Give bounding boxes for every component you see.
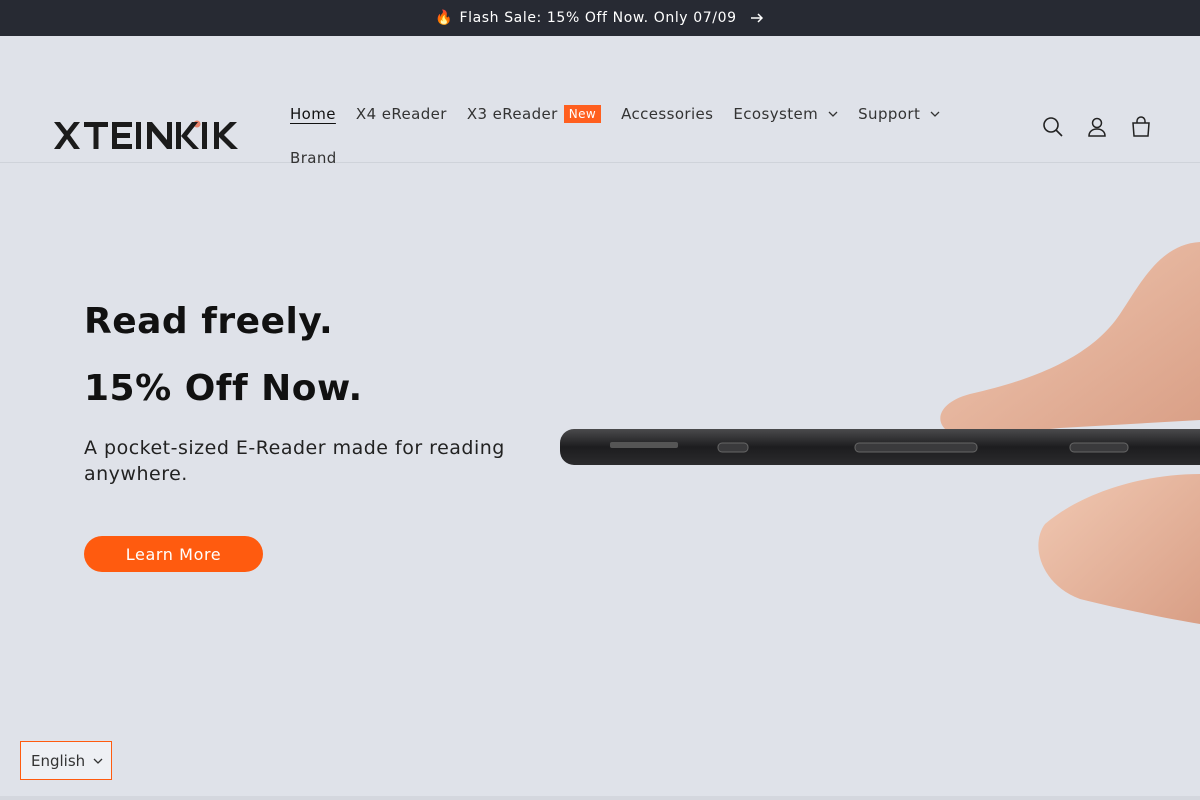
hero-section: Read freely. 15% Off Now. A pocket-sized… xyxy=(0,164,1200,800)
page-bottom-edge xyxy=(0,796,1200,800)
hero-device-image xyxy=(560,242,1200,624)
nav-label: Accessories xyxy=(621,105,714,123)
learn-more-button[interactable]: Learn More xyxy=(84,536,263,572)
cart-icon[interactable] xyxy=(1130,116,1152,138)
announcement-text[interactable]: Flash Sale: 15% Off Now. Only 07/09 xyxy=(459,10,736,26)
nav-label: X4 eReader xyxy=(355,105,447,123)
nav-label: Home xyxy=(290,105,336,123)
nav-item-ecosystem[interactable]: Ecosystem xyxy=(723,105,848,123)
nav-label: Ecosystem xyxy=(733,105,819,123)
nav-label: Support xyxy=(858,105,921,123)
fire-icon: 🔥 xyxy=(435,10,454,26)
chevron-down-icon xyxy=(828,111,838,117)
nav-item-accessories[interactable]: Accessories xyxy=(611,105,723,123)
account-icon[interactable] xyxy=(1086,116,1108,138)
arrow-right-icon xyxy=(750,13,763,23)
nav-item-x4-ereader[interactable]: X4 eReader xyxy=(346,105,457,123)
nav-item-home[interactable]: Home xyxy=(280,105,346,123)
header-icons xyxy=(1042,116,1152,138)
nav-item-x3-ereader[interactable]: X3 eReader New xyxy=(457,105,611,123)
hero-title: Read freely. xyxy=(84,301,334,342)
hero-offer: 15% Off Now. xyxy=(84,368,363,409)
search-icon[interactable] xyxy=(1042,116,1064,138)
new-badge: New xyxy=(563,105,602,123)
chevron-down-icon xyxy=(930,111,940,117)
hero-subtitle: A pocket-sized E-Reader made for reading… xyxy=(84,437,505,485)
nav-label: X3 eReader xyxy=(466,105,558,123)
site-header: Home X4 eReader X3 eReader New Accessori… xyxy=(0,36,1200,167)
language-label: English xyxy=(31,751,86,770)
chevron-down-icon xyxy=(93,758,103,764)
brand-logo[interactable] xyxy=(52,118,250,154)
nav-item-support[interactable]: Support xyxy=(848,105,950,123)
announcement-bar[interactable]: 🔥 Flash Sale: 15% Off Now. Only 07/09 xyxy=(0,0,1200,36)
language-selector[interactable]: English xyxy=(20,741,112,780)
